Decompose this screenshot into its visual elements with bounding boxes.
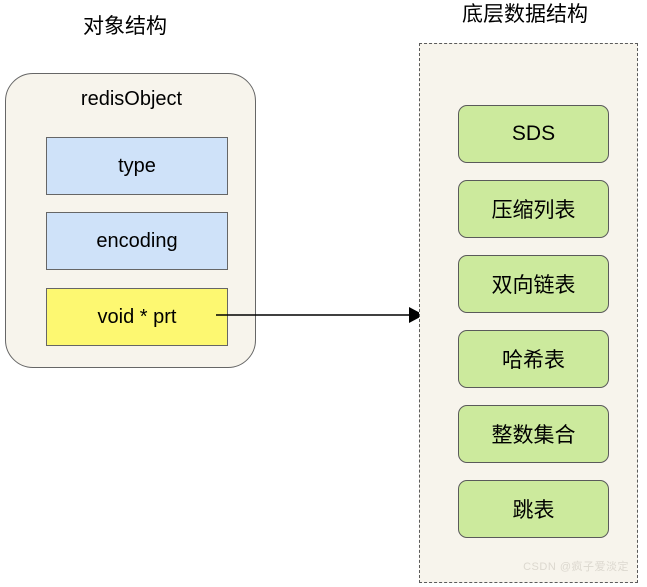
underlying-structures-panel: SDS 压缩列表 双向链表 哈希表 整数集合 跳表 CSDN @疯子爱淡定 (419, 43, 638, 583)
left-panel-title: 对象结构 (83, 15, 167, 38)
field-box-encoding: encoding (46, 212, 228, 270)
structure-box-ziplist: 压缩列表 (458, 180, 609, 238)
right-panel-title: 底层数据结构 (462, 3, 588, 26)
structure-box-sds: SDS (458, 105, 609, 163)
field-box-type: type (46, 137, 228, 195)
structure-box-linkedlist: 双向链表 (458, 255, 609, 313)
watermark-text: CSDN @疯子爱淡定 (523, 561, 629, 573)
field-box-void-pointer: void * prt (46, 288, 228, 346)
structure-box-hashtable: 哈希表 (458, 330, 609, 388)
structure-box-intset: 整数集合 (458, 405, 609, 463)
redis-object-card-title: redisObject (80, 88, 183, 110)
structure-box-skiplist: 跳表 (458, 480, 609, 538)
diagram-canvas: 对象结构 底层数据结构 redisObject type encoding vo… (0, 0, 647, 587)
arrow-pointer-to-structures (216, 307, 424, 323)
